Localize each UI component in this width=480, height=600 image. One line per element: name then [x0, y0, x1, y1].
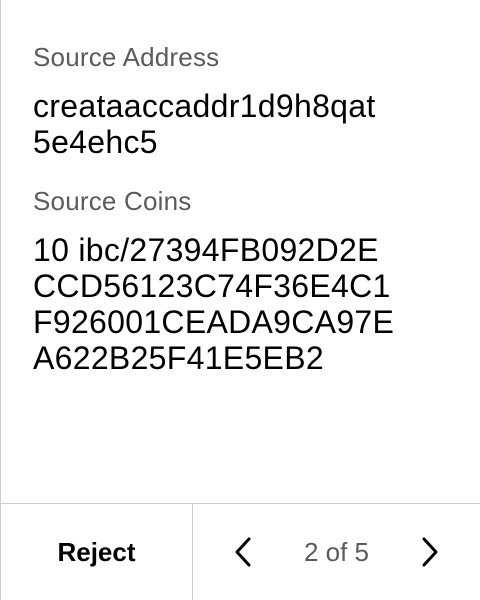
- details-section: Source Address creataaccaddr1d9h8qat 5e4…: [33, 40, 464, 376]
- source-coins-line: A622B25F41E5EB2: [33, 340, 324, 376]
- source-address-line: creataaccaddr1d9h8qat: [33, 88, 376, 124]
- source-coins-value: 10 ibc/27394FB092D2E CCD56123C74F36E4C1 …: [33, 232, 464, 376]
- page-indicator: 2 of 5: [303, 536, 370, 567]
- reject-button[interactable]: Reject: [1, 504, 193, 600]
- action-footer: Reject 2 of 5: [1, 503, 480, 600]
- chevron-left-icon[interactable]: [231, 535, 255, 569]
- source-coins-line: CCD56123C74F36E4C1: [33, 268, 391, 304]
- source-address-label: Source Address: [33, 42, 220, 72]
- chevron-right-icon[interactable]: [418, 535, 442, 569]
- review-screen: Source Address creataaccaddr1d9h8qat 5e4…: [0, 0, 480, 600]
- pagination: 2 of 5: [193, 504, 480, 600]
- source-address-value: creataaccaddr1d9h8qat 5e4ehc5: [33, 88, 464, 160]
- source-coins-line: 10 ibc/27394FB092D2E: [33, 232, 379, 268]
- source-coins-label: Source Coins: [33, 186, 192, 216]
- source-address-line: 5e4ehc5: [33, 124, 158, 160]
- source-coins-line: F926001CEADA9CA97E: [33, 304, 395, 340]
